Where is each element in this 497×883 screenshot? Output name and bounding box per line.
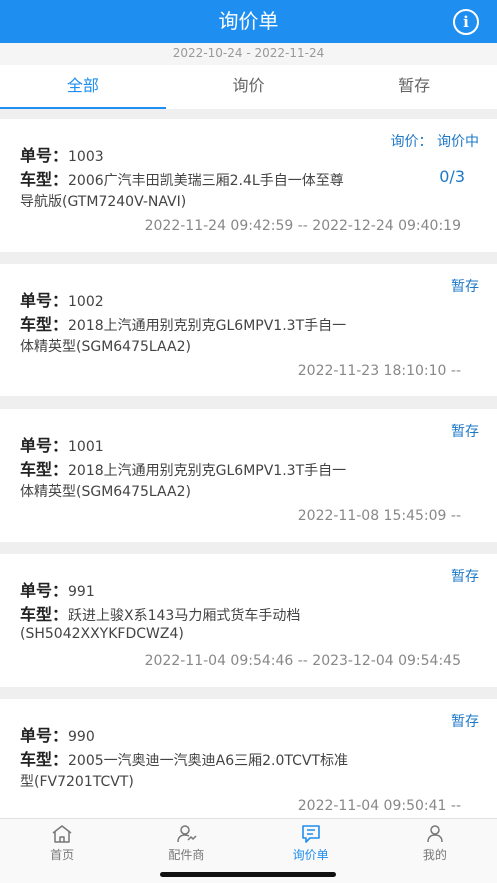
order-number: 1003 xyxy=(68,149,104,165)
order-number: 1001 xyxy=(68,439,104,455)
order-number-row: 单号：991 xyxy=(20,577,95,601)
page-title: 询价单 xyxy=(218,9,279,33)
model-label: 车型： xyxy=(20,605,69,624)
model-text: 2005一汽奥迪一汽奥迪A6三厢2.0TCVT标准 xyxy=(68,753,349,769)
tabbar-label: 我的 xyxy=(422,848,447,862)
supplier-icon xyxy=(177,825,197,843)
order-number-label: 单号： xyxy=(20,436,69,455)
order-card[interactable]: 暂存 单号：1002 车型：2018上汽通用别克别克GL6MPV1.3T手自一 … xyxy=(0,264,497,396)
status-badge: 暂存 xyxy=(451,424,479,440)
tabbar-label: 首页 xyxy=(50,848,75,862)
order-card[interactable]: 暂存 单号：1001 车型：2018上汽通用别克别克GL6MPV1.3T手自一 … xyxy=(0,409,497,542)
order-number-label: 单号： xyxy=(20,146,69,165)
order-number-label: 单号： xyxy=(20,581,69,600)
model-text: 2018上汽通用别克别克GL6MPV1.3T手自一 xyxy=(68,318,347,334)
model-row: 车型：2018上汽通用别克别克GL6MPV1.3T手自一 xyxy=(20,311,346,335)
profile-icon xyxy=(427,825,443,843)
status-badge: 暂存 xyxy=(451,279,479,295)
status-badge: 暂存 xyxy=(451,714,479,730)
inquiry-list-icon xyxy=(301,825,320,843)
model-text: 跃进上骏X系143马力厢式货车手动档 xyxy=(68,608,301,624)
model-row: 车型：跃进上骏X系143马力厢式货车手动档 xyxy=(20,601,300,625)
model-row: 车型：2005一汽奥迪一汽奥迪A6三厢2.0TCVT标准 xyxy=(20,746,348,770)
order-number: 991 xyxy=(68,584,95,600)
tab-all[interactable]: 全部 xyxy=(0,65,166,109)
home-icon xyxy=(52,825,72,843)
order-time: 2022-11-04 09:54:46 -- 2023-12-04 09:54:… xyxy=(144,653,461,669)
model-text-cont: 导航版(GTM7240V-NAVI) xyxy=(20,194,187,210)
order-number-row: 单号：1002 xyxy=(20,287,104,311)
date-range-filter[interactable]: 2022-10-24 - 2022-11-24 xyxy=(0,43,497,65)
order-card[interactable]: 询价： 询价中 0/3 单号：1003 车型：2006广汽丰田凯美瑞三厢2.4L… xyxy=(0,119,497,252)
model-text-cont: 体精英型(SGM6475LAA2) xyxy=(20,484,191,500)
order-number-row: 单号：1003 xyxy=(20,142,104,166)
model-text-cont: 体精英型(SGM6475LAA2) xyxy=(20,339,191,355)
model-label: 车型： xyxy=(20,460,69,479)
order-number: 990 xyxy=(68,729,95,745)
tabbar-label: 询价单 xyxy=(292,848,329,862)
model-row: 车型：2018上汽通用别克别克GL6MPV1.3T手自一 xyxy=(20,456,346,480)
tab-bar: 全部 询价 暂存 xyxy=(0,65,497,109)
model-text-cont: 型(FV7201TCVT) xyxy=(20,774,134,790)
model-label: 车型： xyxy=(20,750,69,769)
model-text-cont: (SH5042XXYKFDCWZ4) xyxy=(20,626,184,642)
order-time: 2022-11-08 15:45:09 -- xyxy=(297,508,461,524)
model-text: 2006广汽丰田凯美瑞三厢2.4L手自一体至尊 xyxy=(68,173,344,189)
home-indicator xyxy=(160,872,336,877)
order-number-label: 单号： xyxy=(20,726,69,745)
order-card[interactable]: 暂存 单号：991 车型：跃进上骏X系143马力厢式货车手动档 (SH5042X… xyxy=(0,554,497,687)
model-label: 车型： xyxy=(20,315,69,334)
tab-draft[interactable]: 暂存 xyxy=(331,65,497,109)
order-number-label: 单号： xyxy=(20,291,69,310)
order-time: 2022-11-04 09:50:41 -- xyxy=(297,798,461,814)
order-list: 询价： 询价中 0/3 单号：1003 车型：2006广汽丰田凯美瑞三厢2.4L… xyxy=(0,119,497,818)
quote-progress: 0/3 xyxy=(439,167,465,186)
tab-inquiry[interactable]: 询价 xyxy=(166,65,332,109)
order-time: 2022-11-23 18:10:10 -- xyxy=(297,363,461,379)
model-label: 车型： xyxy=(20,170,69,189)
tabbar-item-profile[interactable]: 我的 xyxy=(373,819,497,883)
order-time: 2022-11-24 09:42:59 -- 2022-12-24 09:40:… xyxy=(144,218,461,234)
model-text: 2018上汽通用别克别克GL6MPV1.3T手自一 xyxy=(68,463,347,479)
info-icon[interactable]: i xyxy=(453,9,479,35)
model-row: 车型：2006广汽丰田凯美瑞三厢2.4L手自一体至尊 xyxy=(20,166,344,190)
order-number-row: 单号：990 xyxy=(20,722,95,746)
status-badge: 询价： 询价中 xyxy=(390,134,479,150)
header-bar: 询价单 i xyxy=(0,0,497,43)
tabbar-label: 配件商 xyxy=(168,848,205,862)
status-badge: 暂存 xyxy=(451,569,479,585)
tabbar-item-home[interactable]: 首页 xyxy=(0,819,124,883)
order-number: 1002 xyxy=(68,294,104,310)
order-number-row: 单号：1001 xyxy=(20,432,104,456)
order-card[interactable]: 暂存 单号：990 车型：2005一汽奥迪一汽奥迪A6三厢2.0TCVT标准 型… xyxy=(0,699,497,818)
